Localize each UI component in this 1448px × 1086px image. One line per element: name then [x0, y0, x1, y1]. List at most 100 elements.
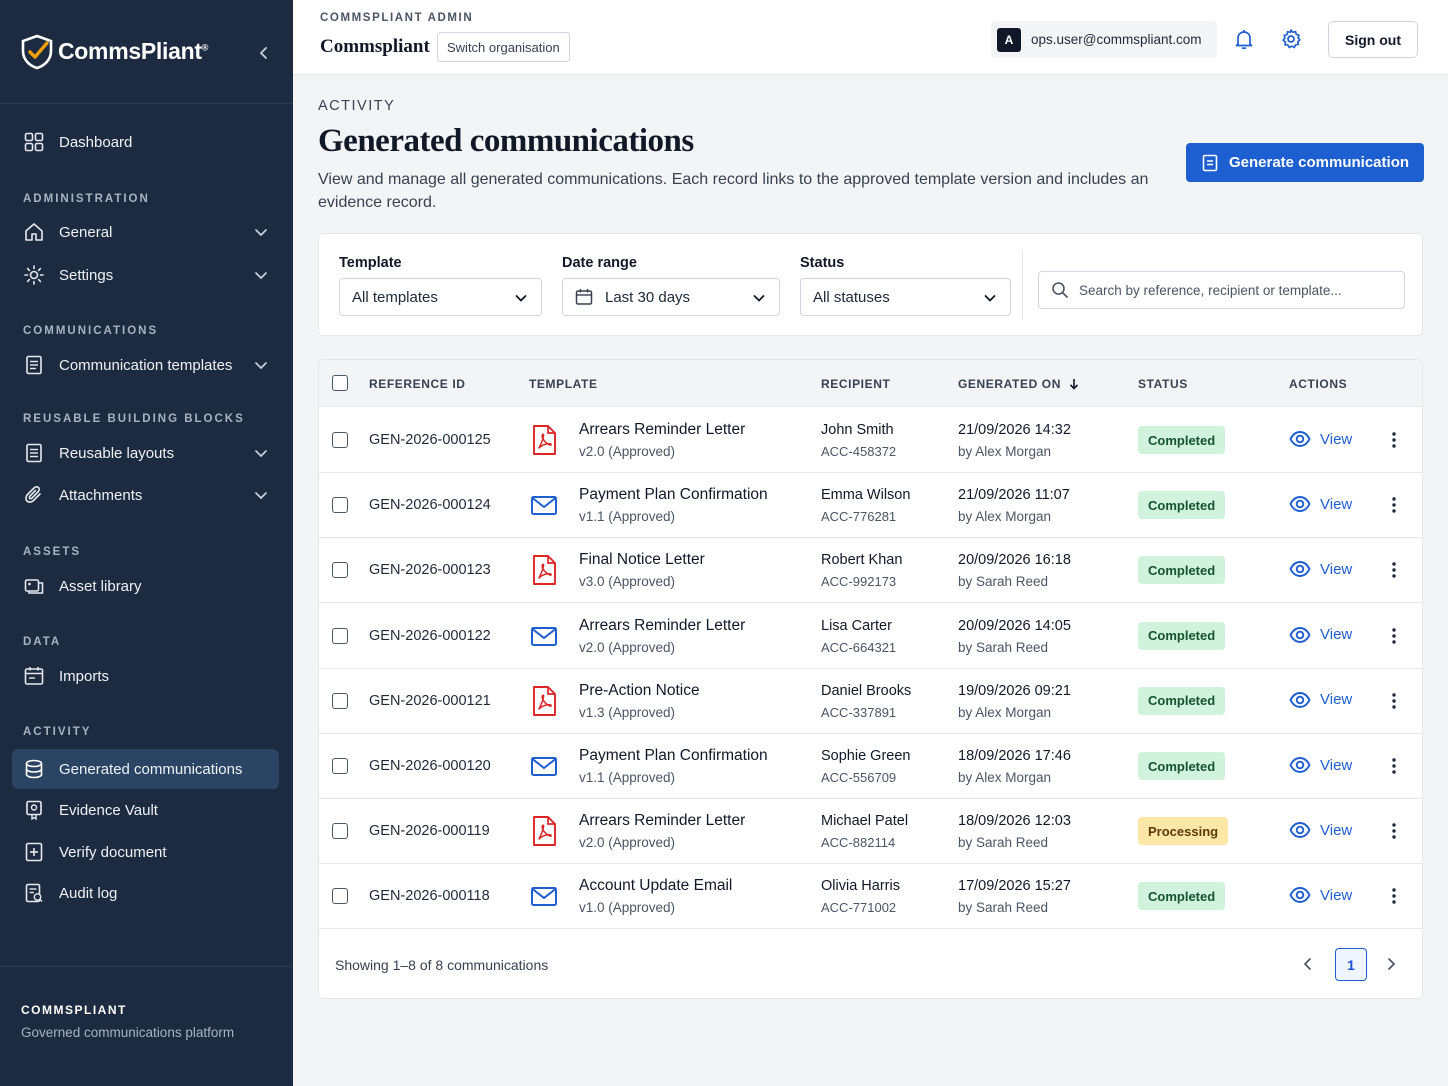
- sidebar-item-asset-library[interactable]: Asset library: [12, 566, 279, 606]
- column-template[interactable]: TEMPLATE: [529, 377, 598, 391]
- table-row[interactable]: GEN-2026-000125 Arrears Reminder Letter v2…: [319, 408, 1422, 473]
- template-version: v1.3 (Approved): [579, 704, 676, 720]
- template-name[interactable]: Account Update Email: [579, 877, 732, 895]
- sidebar-item-verify-document[interactable]: Verify document: [12, 832, 279, 872]
- view-button[interactable]: View: [1289, 689, 1352, 711]
- user-email: ops.user@commspliant.com: [1031, 32, 1202, 47]
- sidebar-item-audit-log[interactable]: Audit log: [12, 873, 279, 913]
- sidebar-item-general[interactable]: General: [12, 212, 279, 252]
- select-all-checkbox[interactable]: [332, 375, 348, 391]
- sidebar-item-communication-templates[interactable]: Communication templates: [12, 345, 279, 385]
- view-button[interactable]: View: [1289, 754, 1352, 776]
- view-button[interactable]: View: [1289, 819, 1352, 841]
- sidebar-item-reusable-layouts[interactable]: Reusable layouts: [12, 433, 279, 473]
- status-badge: Completed: [1138, 556, 1226, 585]
- table-row[interactable]: GEN-2026-000123 Final Notice Letter v3.0 (…: [319, 538, 1422, 604]
- section-data: DATA: [23, 636, 62, 648]
- recipient-account: ACC-882114: [821, 835, 896, 851]
- chevron-down-icon: [515, 295, 527, 302]
- template-name[interactable]: Pre-Action Notice: [579, 682, 700, 700]
- more-vertical-icon[interactable]: [1386, 691, 1402, 711]
- column-recipient[interactable]: RECIPIENT: [821, 377, 890, 391]
- chevron-left-icon[interactable]: [1300, 956, 1316, 972]
- sidebar-item-label: Dashboard: [59, 133, 133, 151]
- sidebar-item-settings[interactable]: Settings: [12, 255, 279, 295]
- plus-square-icon: [23, 841, 45, 863]
- generate-communication-button[interactable]: Generate communication: [1186, 143, 1424, 182]
- table-row[interactable]: GEN-2026-000119 Arrears Reminder Letter v2…: [319, 799, 1422, 865]
- column-reference[interactable]: REFERENCE ID: [369, 377, 466, 391]
- template-version: v2.0 (Approved): [579, 444, 676, 459]
- more-vertical-icon[interactable]: [1386, 821, 1402, 841]
- more-vertical-icon[interactable]: [1386, 430, 1402, 450]
- table-row[interactable]: GEN-2026-000124 Payment Plan Confirmation…: [319, 473, 1422, 539]
- row-checkbox[interactable]: [332, 888, 348, 905]
- sidebar-item-generated-communications[interactable]: Generated communications: [12, 749, 279, 789]
- collapse-sidebar-button[interactable]: [254, 43, 274, 63]
- image-stack-icon: [23, 575, 45, 597]
- more-vertical-icon[interactable]: [1386, 886, 1402, 906]
- chevron-down-icon: [255, 362, 267, 370]
- template-version: v1.1 (Approved): [579, 770, 676, 785]
- eye-icon: [1289, 822, 1311, 839]
- row-checkbox[interactable]: [332, 497, 348, 514]
- date-range-select[interactable]: Last 30 days: [562, 278, 780, 316]
- reference-id: GEN-2026-000119: [369, 823, 490, 840]
- table-row[interactable]: GEN-2026-000120 Payment Plan Confirmation…: [319, 734, 1422, 799]
- template-name[interactable]: Payment Plan Confirmation: [579, 486, 768, 504]
- more-vertical-icon[interactable]: [1386, 495, 1402, 515]
- row-checkbox[interactable]: [332, 562, 348, 579]
- table-row[interactable]: GEN-2026-000121 Pre-Action Notice v1.3 (Ap…: [319, 669, 1422, 734]
- sign-out-button[interactable]: Sign out: [1328, 21, 1418, 58]
- bell-icon[interactable]: [1233, 28, 1255, 50]
- more-vertical-icon[interactable]: [1386, 626, 1402, 646]
- recipient-name: Emma Wilson: [821, 487, 911, 504]
- chevron-right-icon[interactable]: [1383, 956, 1399, 972]
- table-row[interactable]: GEN-2026-000118 Account Update Email v1.0 …: [319, 864, 1422, 930]
- template-name[interactable]: Final Notice Letter: [579, 551, 705, 569]
- sidebar-item-dashboard[interactable]: Dashboard: [12, 122, 279, 162]
- eye-icon: [1289, 431, 1311, 447]
- sidebar-item-evidence-vault[interactable]: Evidence Vault: [12, 790, 279, 830]
- footer-subtitle: Governed communications platform: [21, 1025, 235, 1040]
- template-name[interactable]: Arrears Reminder Letter: [579, 617, 745, 635]
- view-button[interactable]: View: [1289, 884, 1352, 906]
- row-checkbox[interactable]: [332, 758, 348, 774]
- status-badge: Processing: [1138, 817, 1229, 846]
- generated-date: 20/09/2026 14:05: [958, 617, 1071, 634]
- switch-organisation-button[interactable]: Switch organisation: [437, 32, 570, 62]
- template-name[interactable]: Payment Plan Confirmation: [579, 747, 768, 765]
- sidebar-item-imports[interactable]: Imports: [12, 656, 279, 696]
- more-vertical-icon[interactable]: [1386, 560, 1402, 580]
- section-reusable: REUSABLE BUILDING BLOCKS: [23, 413, 245, 425]
- status-select[interactable]: All statuses: [800, 278, 1011, 316]
- user-menu[interactable]: A ops.user@commspliant.com: [991, 21, 1217, 58]
- page-1-button[interactable]: 1: [1335, 948, 1367, 981]
- generated-by: by Sarah Reed: [958, 900, 1049, 916]
- top-bar: COMMSPLIANT ADMIN Commspliant Switch org…: [293, 0, 1448, 75]
- more-vertical-icon[interactable]: [1386, 756, 1402, 776]
- search-box[interactable]: [1038, 271, 1405, 309]
- eye-icon: [1289, 887, 1311, 904]
- view-button[interactable]: View: [1289, 558, 1352, 580]
- template-version: v1.1 (Approved): [579, 509, 676, 525]
- view-button[interactable]: View: [1289, 624, 1352, 646]
- template-name[interactable]: Arrears Reminder Letter: [579, 812, 745, 830]
- communications-table: REFERENCE ID TEMPLATE RECIPIENT GENERATE…: [318, 359, 1423, 999]
- view-button[interactable]: View: [1289, 428, 1352, 450]
- template-select[interactable]: All templates: [339, 278, 542, 316]
- template-name[interactable]: Arrears Reminder Letter: [579, 421, 745, 439]
- row-checkbox[interactable]: [332, 432, 348, 448]
- row-checkbox[interactable]: [332, 692, 348, 709]
- row-checkbox[interactable]: [332, 823, 348, 840]
- table-row[interactable]: GEN-2026-000122 Arrears Reminder Letter v2…: [319, 604, 1422, 669]
- recipient-name: Olivia Harris: [821, 878, 900, 895]
- row-checkbox[interactable]: [332, 627, 348, 644]
- search-input[interactable]: [1079, 282, 1399, 298]
- gear-icon[interactable]: [1280, 28, 1302, 50]
- view-button[interactable]: View: [1289, 493, 1352, 515]
- reference-id: GEN-2026-000123: [369, 562, 491, 579]
- date-range-filter-label: Date range: [562, 255, 637, 271]
- sidebar-item-attachments[interactable]: Attachments: [12, 475, 279, 515]
- column-generated-on[interactable]: GENERATED ON: [958, 377, 1080, 391]
